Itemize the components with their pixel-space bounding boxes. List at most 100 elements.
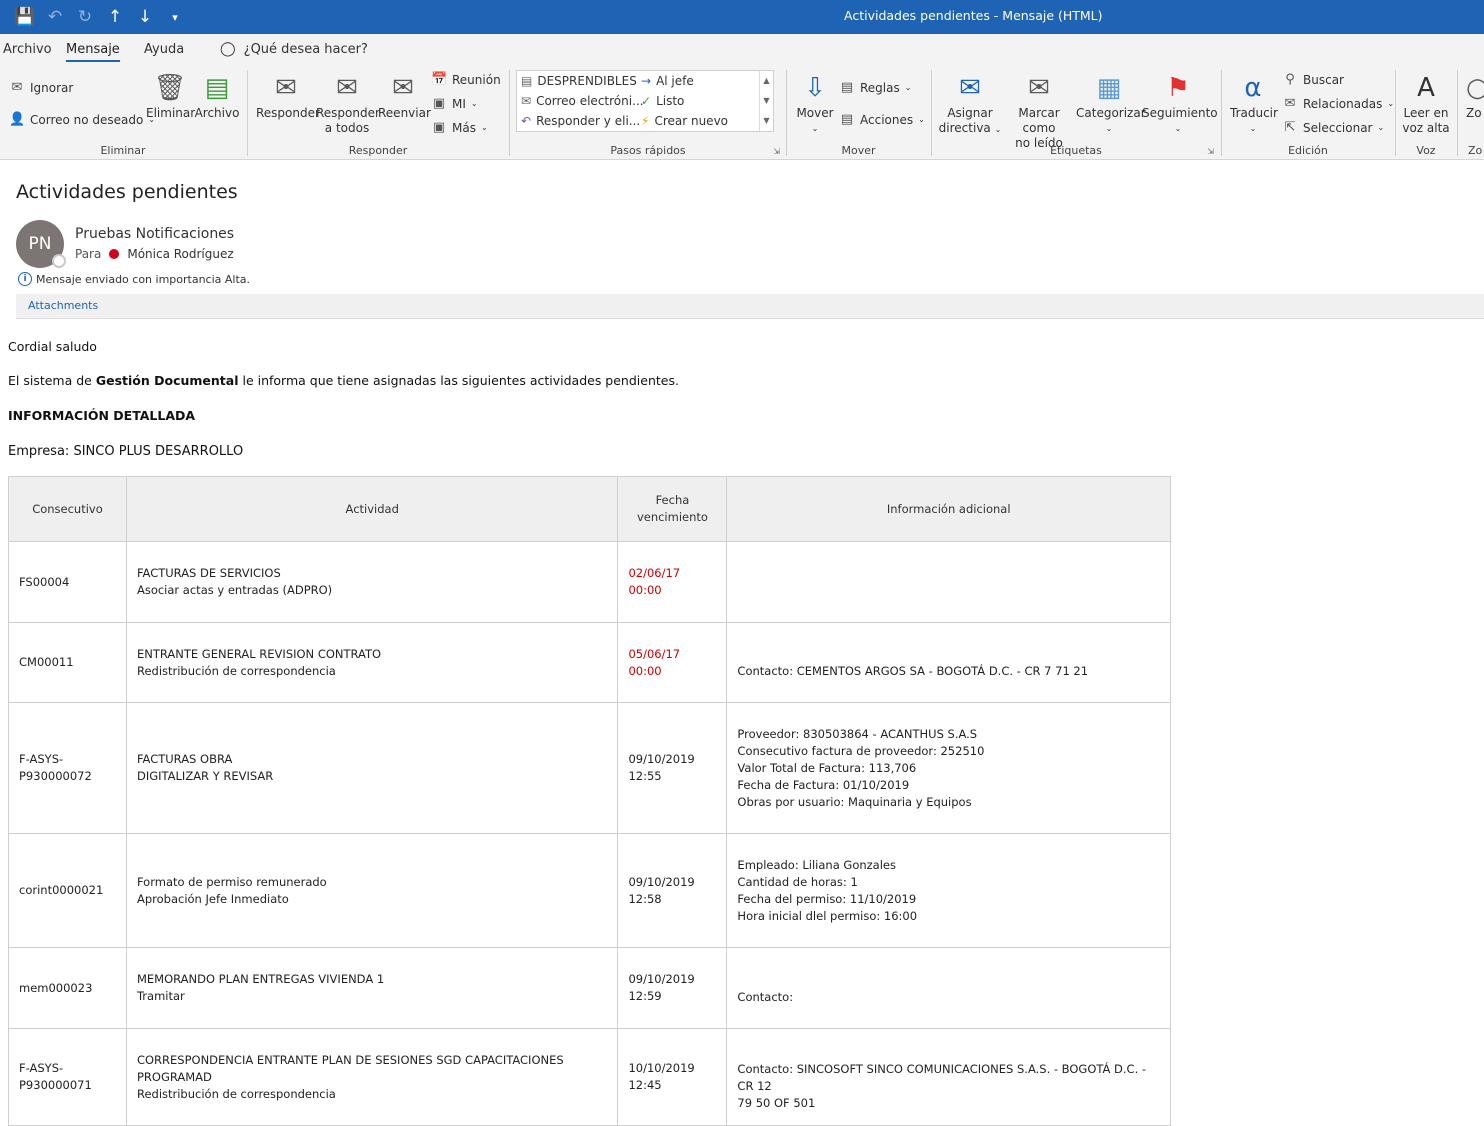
save-icon[interactable]: 💾	[14, 6, 36, 28]
tab-archivo[interactable]: Archivo	[3, 42, 52, 57]
cell-fecha: 05/06/17 00:00	[617, 622, 728, 703]
read-aloud-button[interactable]: A Leer en voz alta	[1400, 70, 1452, 136]
quick-step-label: Al jefe	[656, 74, 694, 88]
reply-all-button[interactable]: ✉ Responder a todos	[316, 70, 380, 136]
related-button[interactable]: ✉ Relacionadas ⌄	[1282, 96, 1394, 111]
zoom-icon: ○	[1466, 73, 1484, 103]
tab-ayuda[interactable]: Ayuda	[144, 42, 184, 57]
more-button[interactable]: ▣ Más ⌄	[431, 120, 488, 135]
cursor-icon: ⇱	[1284, 120, 1296, 135]
info-line: Contacto: SINCOSOFT SINCO COMUNICACIONES…	[737, 1061, 1147, 1093]
consecutivo-line: P930000072	[19, 769, 92, 783]
actividad-line: ENTRANTE GENERAL REVISION CONTRATO	[136, 646, 382, 661]
group-eliminar: ✉ Ignorar 👤 Correo no deseado ⌄ 🗑 Elimin…	[0, 64, 246, 160]
quick-step-crear-nuevo[interactable]: ⚡ Crear nuevo	[641, 114, 728, 128]
info-line: Consecutivo factura de proveedor: 252510	[737, 743, 985, 758]
quick-step-listo[interactable]: ✓ Listo	[641, 94, 684, 108]
related-icon: ✉	[1284, 96, 1296, 111]
search-icon: ⚲	[1285, 72, 1295, 87]
cell-info	[726, 541, 1171, 623]
reply-label: Responder	[256, 106, 320, 120]
chevron-down-icon: ⌄	[470, 99, 478, 108]
section-title: INFORMACIÓN DETALLADA	[8, 408, 196, 423]
delete-label: Eliminar	[146, 106, 196, 120]
envelope-icon: ✉	[1028, 73, 1050, 103]
assign-policy-button[interactable]: ✉ Asignar directiva ⌄	[938, 70, 1002, 137]
importance-notice: i Mensaje enviado con importancia Alta.	[18, 272, 250, 286]
cell-actividad: FACTURAS DE SERVICIOS Asociar actas y ent…	[125, 541, 619, 623]
mark-unread-label-1: Marcar como	[1018, 106, 1060, 135]
recipient-name[interactable]: Mónica Rodríguez	[127, 247, 233, 261]
info-line: Proveedor: 830503864 - ACANTHUS S.A.S	[737, 726, 978, 741]
table-header-row: Consecutivo Actividad Fecha vencimiento I…	[8, 476, 1171, 542]
categorize-button[interactable]: ▦ Categorizar ⌄	[1076, 70, 1146, 136]
table-row: FS00004 FACTURAS DE SERVICIOS Asociar acta…	[8, 541, 1171, 623]
chevron-down-icon: ⌄	[918, 115, 925, 124]
quick-step-label: DESPRENDIBLES	[537, 74, 637, 88]
translate-button[interactable]: α Traducir ⌄	[1230, 70, 1278, 136]
quick-step-responder[interactable]: ↶ Responder y eli...	[521, 114, 640, 128]
intro-pre: El sistema de	[8, 373, 96, 388]
scroll-up-icon[interactable]: ▲	[760, 71, 773, 91]
quick-step-desprendibles[interactable]: ▤ DESPRENDIBLES	[521, 74, 637, 88]
find-button[interactable]: ⚲ Buscar	[1282, 72, 1344, 87]
actividad-line: Formato de permiso remunerado	[136, 874, 327, 889]
info-line: Fecha de Factura: 01/10/2019	[737, 777, 910, 792]
recipients-line: Para Mónica Rodríguez	[75, 247, 234, 261]
forward-button[interactable]: ✉ Reenviar	[378, 70, 431, 121]
customize-qat-icon[interactable]: ▾	[164, 6, 186, 28]
chevron-down-icon: ⌄	[994, 125, 1002, 134]
move-button[interactable]: ⇩ Mover ⌄	[793, 70, 837, 136]
redo-icon[interactable]: ↻	[74, 6, 96, 28]
sender-name[interactable]: Pruebas Notificaciones	[75, 226, 234, 242]
ribbon: ✉ Ignorar 👤 Correo no deseado ⌄ 🗑 Elimin…	[0, 64, 1484, 160]
next-item-icon[interactable]: ↓	[134, 6, 156, 28]
scroll-down-icon[interactable]: ▼	[760, 91, 773, 111]
mark-unread-button[interactable]: ✉ Marcar como no leído	[1002, 70, 1076, 151]
header-fecha: Fecha vencimiento	[617, 476, 728, 542]
tab-mensaje[interactable]: Mensaje	[66, 42, 120, 62]
actividad-line: Tramitar	[136, 989, 185, 1003]
archive-button[interactable]: ▤ Archivo	[194, 70, 240, 121]
im-button[interactable]: ▣ MI ⌄	[431, 96, 478, 111]
zoom-button[interactable]: ○ Zo	[1466, 70, 1484, 121]
dialog-launcher-icon[interactable]: ⇲	[1207, 147, 1214, 156]
avatar-initials: PN	[28, 234, 52, 254]
translate-icon: α	[1244, 73, 1262, 103]
quick-step-label: Listo	[656, 94, 685, 108]
group-label-etiquetas: Etiquetas	[1050, 144, 1102, 157]
actions-button[interactable]: ▤ Acciones ⌄	[839, 112, 925, 127]
reply-button[interactable]: ✉ Responder	[256, 70, 320, 121]
tell-me-search[interactable]: ◯ ¿Qué desea hacer?	[220, 41, 368, 57]
quick-step-correo[interactable]: ✉ Correo electróni...	[521, 94, 644, 108]
gallery-scrollbar[interactable]: ▲ ▼ ▼	[759, 71, 773, 131]
reply-all-icon: ✉	[336, 73, 358, 103]
consecutivo-line: mem000023	[19, 980, 93, 995]
cell-info: Contacto: SINCOSOFT SINCO COMUNICACIONES…	[726, 1028, 1171, 1126]
meeting-button[interactable]: 📅 Reunión	[431, 72, 501, 87]
reply-all-label-2: a todos	[324, 121, 370, 135]
fecha-line: 12:58	[628, 891, 662, 906]
quick-step-al-jefe[interactable]: → Al jefe	[641, 74, 694, 88]
fecha-line: 09/10/2019	[628, 874, 695, 889]
intro-post: le informa que tiene asignadas las sigui…	[238, 373, 679, 388]
gallery-more-icon[interactable]: ▼	[760, 111, 773, 131]
junk-button[interactable]: 👤 Correo no deseado ⌄	[9, 112, 155, 127]
undo-icon[interactable]: ↶	[44, 6, 66, 28]
cell-info: Proveedor: 830503864 - ACANTHUS S.A.S Con…	[726, 702, 1171, 834]
dialog-launcher-icon[interactable]: ⇲	[773, 147, 780, 156]
rules-button[interactable]: ▤ Reglas ⌄	[839, 80, 912, 95]
lightbulb-icon: ◯	[220, 41, 236, 57]
header-fecha-1: Fecha	[655, 493, 690, 507]
actividad-line: FACTURAS OBRA	[136, 752, 233, 766]
follow-up-label: Seguimiento	[1142, 106, 1218, 120]
delete-button[interactable]: 🗑 Eliminar	[146, 70, 196, 121]
avatar[interactable]: PN	[16, 220, 66, 268]
reply-icon: ✉	[275, 73, 297, 103]
group-label-responder: Responder	[348, 144, 408, 157]
attachments-link[interactable]: Attachments	[28, 299, 98, 312]
select-button[interactable]: ⇱ Seleccionar ⌄	[1282, 120, 1385, 135]
ignorar-button[interactable]: ✉ Ignorar	[9, 80, 74, 95]
follow-up-button[interactable]: ⚑ Seguimiento ⌄	[1142, 70, 1218, 136]
previous-item-icon[interactable]: ↑	[104, 6, 126, 28]
